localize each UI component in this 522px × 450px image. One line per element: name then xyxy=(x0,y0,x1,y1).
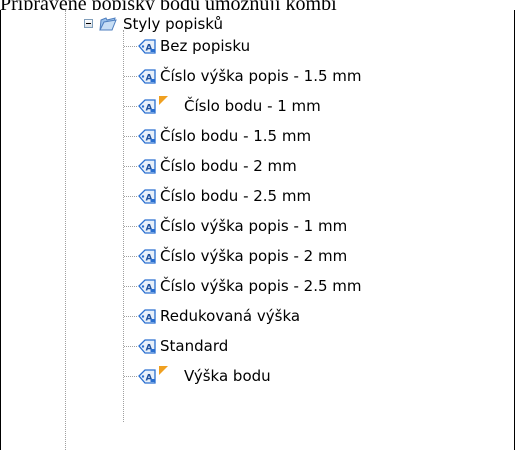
tree-item-label: Výška bodu xyxy=(184,367,271,385)
tree-item[interactable]: A Číslo bodu - 2 mm xyxy=(138,151,297,181)
tree-connector-line xyxy=(124,286,137,287)
tree-connector-line xyxy=(124,256,137,257)
tree-root-label: Styly popisků xyxy=(123,14,224,33)
label-style-icon: A xyxy=(138,128,156,144)
tree-connector-line xyxy=(124,166,137,167)
tree-item[interactable]: A Číslo bodu - 1.5 mm xyxy=(138,121,311,151)
tree-item-label: Číslo bodu - 1.5 mm xyxy=(160,127,312,145)
tree-connector-line xyxy=(124,316,137,317)
label-style-icon: A xyxy=(138,248,156,264)
label-style-icon: A xyxy=(138,98,156,114)
tree-item[interactable]: A Číslo výška popis - 2.5 mm xyxy=(138,271,362,301)
tree-connector-line xyxy=(124,106,137,107)
tree-connector-line xyxy=(124,346,137,347)
label-style-icon: A xyxy=(138,68,156,84)
label-style-icon: A xyxy=(138,158,156,174)
tree-item-label: Číslo bodu - 2.5 mm xyxy=(160,187,312,205)
tree-item[interactable]: A Číslo výška popis - 1.5 mm xyxy=(138,61,362,91)
tree-item[interactable]: A Redukovaná výška xyxy=(138,301,300,331)
tree-item[interactable]: A Číslo výška popis - 1 mm xyxy=(138,211,347,241)
tree-item[interactable]: A Bez popisku xyxy=(138,31,250,61)
tree-item[interactable]: A Číslo bodu - 1 mm xyxy=(138,91,321,121)
label-style-icon: A xyxy=(138,338,156,354)
tree-item-label: Číslo výška popis - 2.5 mm xyxy=(160,277,362,295)
tree-connector-line xyxy=(124,196,137,197)
tree-item-label: Číslo bodu - 2 mm xyxy=(160,157,297,175)
label-style-icon: A xyxy=(138,308,156,324)
tree-item-label: Číslo výška popis - 1.5 mm xyxy=(160,67,362,85)
label-style-icon: A xyxy=(138,278,156,294)
collapse-toggle-icon[interactable] xyxy=(84,19,93,28)
tree-item-label: Redukovaná výška xyxy=(160,307,301,325)
tree-guide-line xyxy=(65,10,66,450)
label-style-icon: A xyxy=(138,38,156,54)
modified-flag-icon xyxy=(159,96,168,105)
tree-item-label: Bez popisku xyxy=(160,37,251,55)
tree-item-label: Standard xyxy=(160,337,229,355)
tree-item-label: Číslo výška popis - 1 mm xyxy=(160,217,348,235)
tree-item-label: Číslo výška popis - 2 mm xyxy=(160,247,348,265)
tree-item[interactable]: A Standard xyxy=(138,331,228,361)
modified-flag-icon xyxy=(159,366,168,375)
tree-item[interactable]: A Číslo bodu - 2.5 mm xyxy=(138,181,311,211)
folder-icon xyxy=(99,16,117,30)
tree-item-label: Číslo bodu - 1 mm xyxy=(184,97,321,115)
tree-panel: Styly popisků A Bez popisku A Číslo výška p… xyxy=(0,10,515,450)
tree-connector-line xyxy=(124,226,137,227)
tree-connector-line xyxy=(124,76,137,77)
label-style-icon: A xyxy=(138,218,156,234)
tree-connector-line xyxy=(124,136,137,137)
label-style-icon: A xyxy=(138,188,156,204)
tree-item[interactable]: A Výška bodu xyxy=(138,361,271,391)
tree-connector-line xyxy=(124,46,137,47)
tree-connector-line xyxy=(124,376,137,377)
label-style-icon: A xyxy=(138,368,156,384)
tree-item[interactable]: A Číslo výška popis - 2 mm xyxy=(138,241,347,271)
